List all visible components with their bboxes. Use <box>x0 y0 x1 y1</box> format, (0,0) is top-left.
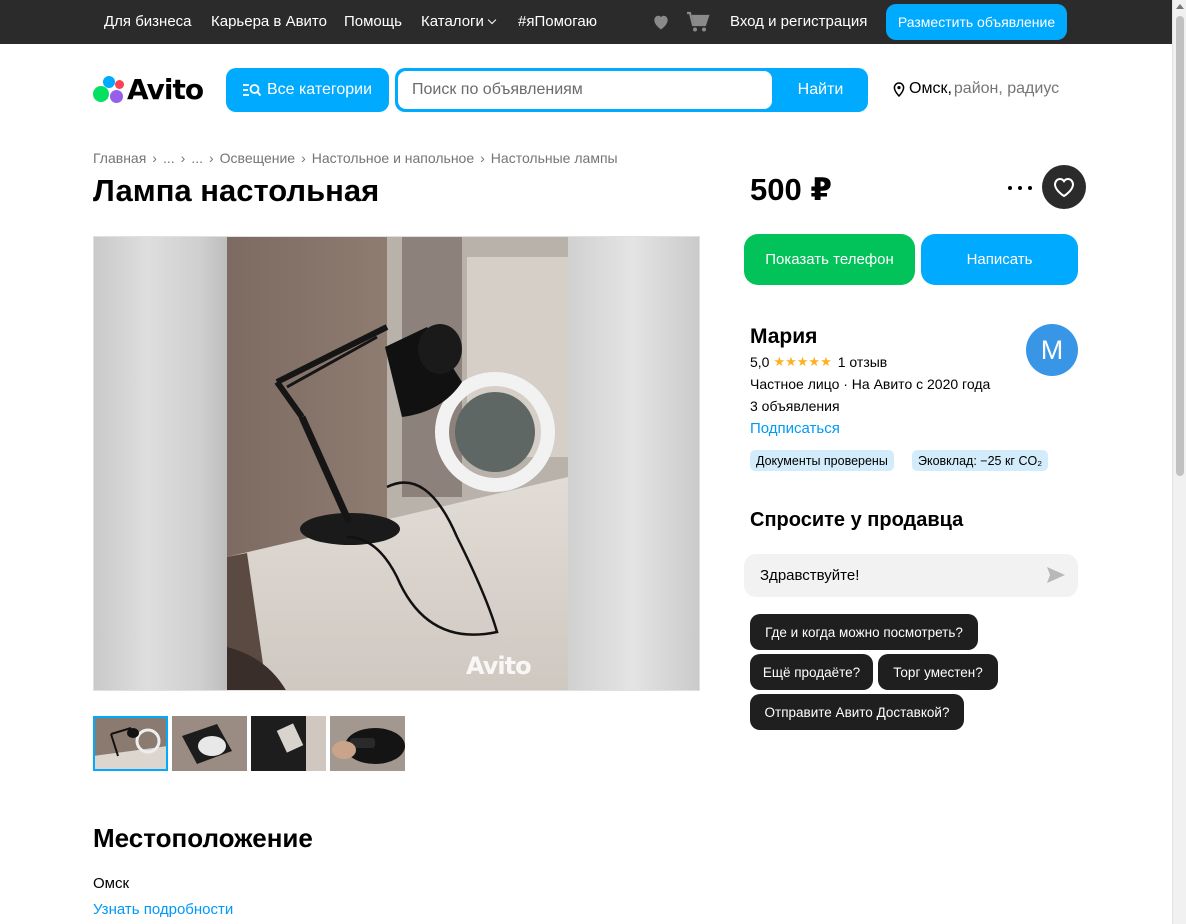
quick-question-chip[interactable]: Торг уместен? <box>878 654 998 690</box>
location-selector[interactable]: Омск, район, радиус <box>893 80 1059 98</box>
avito-watermark: Avito <box>466 652 532 680</box>
rating-stars-icon: ★★★★★ <box>773 354 832 369</box>
heart-icon[interactable] <box>651 12 671 32</box>
breadcrumb-chevron-icon: › <box>301 150 306 166</box>
login-link[interactable]: Вход и регистрация <box>730 13 867 30</box>
gallery-blur-left <box>94 237 227 690</box>
seller-name[interactable]: Мария <box>750 325 817 349</box>
chevron-down-icon <box>487 15 497 25</box>
ask-seller-input[interactable] <box>744 554 1034 597</box>
logo-text: Avito <box>127 72 204 106</box>
location-pin-icon <box>893 81 905 97</box>
logo-dots-icon <box>93 74 125 104</box>
rating-value: 5,0 <box>750 354 770 370</box>
send-icon[interactable] <box>1046 566 1066 584</box>
gallery-blur-right <box>566 237 699 690</box>
avito-logo[interactable]: Avito <box>93 72 204 106</box>
location-section-title: Местоположение <box>93 823 313 853</box>
breadcrumb: Главная › ... › ... › Освещение › Настол… <box>93 150 618 166</box>
page-scrollbar[interactable] <box>1172 0 1186 924</box>
search-button[interactable]: Найти <box>773 68 868 112</box>
thumbnail-4[interactable] <box>330 716 405 771</box>
reviews-count: 1 отзыв <box>837 354 888 370</box>
seller-rating[interactable]: 5,0 ★★★★★ 1 отзыв <box>750 354 887 370</box>
subscribe-link[interactable]: Подписаться <box>750 420 840 437</box>
location-city: Омск, <box>909 80 952 97</box>
avatar[interactable]: М <box>1026 324 1078 376</box>
search-bar: Найти <box>395 68 868 112</box>
link-catalogs[interactable]: Каталоги <box>421 13 497 30</box>
location-city-text: Омск <box>93 875 130 892</box>
link-career[interactable]: Карьера в Авито <box>211 13 327 30</box>
search-input[interactable] <box>398 71 772 109</box>
photo-gallery[interactable]: Avito <box>93 236 700 691</box>
cart-icon[interactable] <box>686 11 710 33</box>
thumbnail-strip <box>93 716 409 771</box>
categories-search-icon <box>242 84 261 97</box>
quick-question-chip[interactable]: Ещё продаёте? <box>750 654 873 690</box>
thumbnail-3[interactable] <box>251 716 326 771</box>
listing-title: Лампа настольная <box>93 173 380 208</box>
thumbnail-1[interactable] <box>93 716 168 771</box>
price: 500 ₽ <box>750 172 832 207</box>
breadcrumb-lighting[interactable]: Освещение <box>220 150 295 166</box>
breadcrumb-chevron-icon: › <box>152 150 157 166</box>
location-details-link[interactable]: Узнать подробности <box>93 901 233 918</box>
all-categories-button[interactable]: Все категории <box>226 68 389 112</box>
ask-seller-title: Спросите у продавца <box>750 509 964 531</box>
lamp-photo <box>227 237 568 690</box>
more-options-icon[interactable] <box>1008 176 1032 200</box>
badge-documents-verified[interactable]: Документы проверены <box>750 450 894 471</box>
link-for-business[interactable]: Для бизнеса <box>104 13 192 30</box>
seller-type: Частное лицо · На Авито с 2020 года <box>750 376 991 392</box>
badge-eco-contribution[interactable]: Эковклад: −25 кг CO₂ <box>912 450 1049 471</box>
link-help[interactable]: Помощь <box>344 13 402 30</box>
location-radius: район, радиус <box>953 80 1060 97</box>
scrollbar-thumb[interactable] <box>1176 16 1184 476</box>
breadcrumb-ellipsis[interactable]: ... <box>191 150 203 166</box>
breadcrumb-ellipsis[interactable]: ... <box>163 150 175 166</box>
post-ad-button[interactable]: Разместить объявление <box>886 4 1067 40</box>
breadcrumb-table-lamps[interactable]: Настольные лампы <box>491 150 618 166</box>
quick-question-chip[interactable]: Где и когда можно посмотреть? <box>750 614 978 650</box>
heart-outline-icon <box>1053 177 1075 198</box>
breadcrumb-table-floor[interactable]: Настольное и напольное <box>312 150 474 166</box>
all-categories-label: Все категории <box>266 81 373 98</box>
quick-question-chip[interactable]: Отправите Авито Доставкой? <box>750 694 964 730</box>
write-message-button[interactable]: Написать <box>921 234 1078 285</box>
breadcrumb-home[interactable]: Главная <box>93 150 146 166</box>
thumbnail-2[interactable] <box>172 716 247 771</box>
top-navigation-bar: Для бизнеса Карьера в Авито Помощь Катал… <box>0 0 1172 44</box>
show-phone-button[interactable]: Показать телефон <box>744 234 915 285</box>
catalogs-label: Каталоги <box>421 13 484 30</box>
seller-listings-count[interactable]: 3 объявления <box>750 398 840 414</box>
breadcrumb-chevron-icon: › <box>480 150 485 166</box>
ask-seller-box <box>744 554 1078 597</box>
link-ya-pomogayu[interactable]: #яПомогаю <box>518 13 597 30</box>
favorite-button[interactable] <box>1042 165 1086 209</box>
breadcrumb-chevron-icon: › <box>180 150 186 166</box>
breadcrumb-chevron-icon: › <box>208 150 214 166</box>
scroll-up-arrow-icon[interactable] <box>1176 4 1184 9</box>
